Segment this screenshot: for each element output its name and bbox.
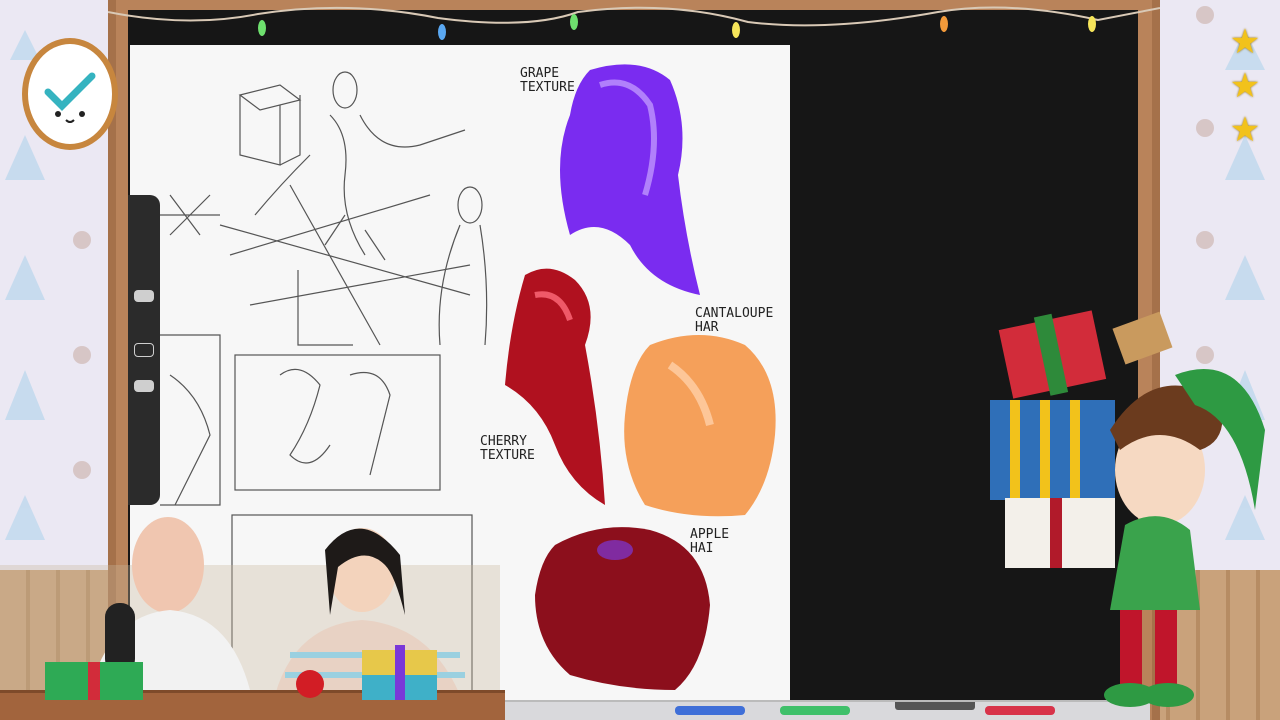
cherry-texture-label: CHERRY TEXTURE — [480, 434, 535, 463]
cantaloupe-hair-label: CANTALOUPE HAR — [695, 306, 774, 335]
desk-gifts — [45, 645, 437, 700]
modify-button[interactable] — [134, 343, 154, 357]
star-icon: ★ — [1229, 66, 1261, 106]
grape-texture-label: GRAPE TEXTURE — [520, 66, 575, 95]
stream-scene: GRAPE TEXTURE CANTALOUPE HAR CHERRY TEXT… — [0, 0, 1280, 720]
cherry-hair — [505, 268, 605, 505]
cantaloupe-hair — [624, 335, 776, 517]
star-icon: ★ — [1229, 22, 1261, 62]
apple-hair — [535, 527, 710, 690]
clock-icon — [22, 38, 118, 150]
star-icon: ★ — [1229, 110, 1261, 150]
grape-hair — [560, 64, 700, 295]
brush-size-slider[interactable] — [134, 290, 154, 302]
elf-with-gifts — [990, 310, 1265, 707]
checkmark-icon — [44, 72, 96, 123]
opacity-slider[interactable] — [134, 380, 154, 392]
apple-hair-label: APPLE HAI — [690, 527, 730, 556]
star-rating: ★ ★ ★ — [1220, 20, 1270, 152]
tool-sidebar[interactable] — [128, 195, 160, 505]
